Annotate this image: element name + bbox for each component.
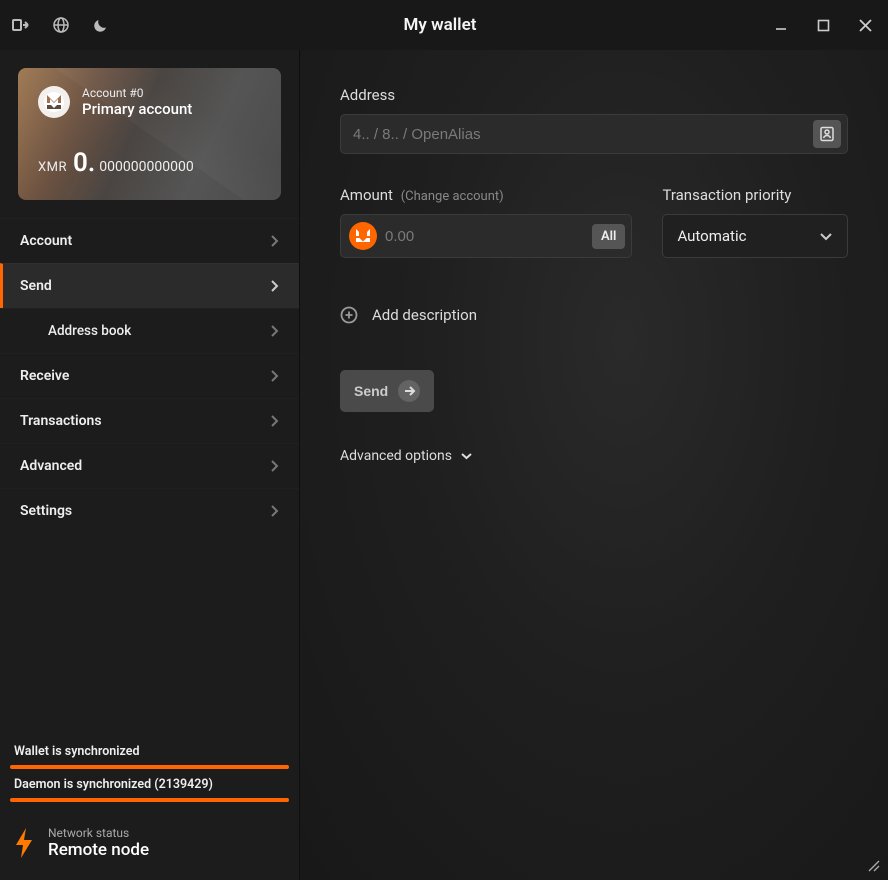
chevron-right-icon: [270, 369, 279, 383]
nav-item-receive[interactable]: Receive: [0, 353, 299, 398]
network-status-label: Network status: [48, 826, 149, 840]
nav-item-advanced[interactable]: Advanced: [0, 443, 299, 488]
nav-item-send[interactable]: Send: [0, 263, 299, 308]
monero-logo-icon: [38, 86, 70, 118]
sidebar-nav: Account Send Address book Receive: [0, 218, 299, 533]
network-status-value: Remote node: [48, 840, 149, 860]
send-button[interactable]: Send: [340, 370, 434, 412]
sync-status-block: Wallet is synchronized Daemon is synchro…: [0, 738, 299, 818]
network-status[interactable]: Network status Remote node: [0, 818, 299, 880]
priority-select[interactable]: Automatic: [662, 214, 848, 258]
balance-integer: 0.: [73, 148, 95, 178]
wallet-sync-bar: [10, 765, 289, 769]
advanced-options-toggle[interactable]: Advanced options: [340, 448, 848, 464]
nav-label: Account: [20, 233, 72, 249]
chevron-right-icon: [270, 234, 279, 248]
balance-currency: XMR: [38, 160, 67, 175]
chevron-right-icon: [270, 459, 279, 473]
nav-label: Send: [20, 278, 52, 294]
add-description-label: Add description: [372, 306, 477, 324]
nav-item-account[interactable]: Account: [0, 218, 299, 263]
account-name: Primary account: [82, 100, 192, 118]
change-account-link[interactable]: (Change account): [401, 189, 504, 204]
minimize-button[interactable]: [770, 14, 792, 36]
chevron-right-icon: [270, 414, 279, 428]
daemon-sync-bar: [10, 798, 289, 802]
chevron-right-icon: [270, 324, 279, 338]
priority-label: Transaction priority: [662, 186, 848, 204]
chevron-right-icon: [270, 279, 279, 293]
account-card[interactable]: Account #0 Primary account XMR 0. 000000…: [18, 68, 281, 200]
sidebar: Account #0 Primary account XMR 0. 000000…: [0, 50, 300, 880]
advanced-options-label: Advanced options: [340, 448, 452, 464]
bolt-icon: [14, 828, 34, 858]
wallet-sync-label: Wallet is synchronized: [14, 744, 285, 759]
theme-moon-icon[interactable]: [92, 16, 110, 34]
arrow-right-circle-icon: [398, 380, 420, 402]
nav-label: Settings: [20, 503, 72, 519]
address-label: Address: [340, 86, 848, 104]
add-description-button[interactable]: Add description: [340, 306, 848, 324]
account-number: Account #0: [82, 86, 192, 100]
close-button[interactable]: [854, 14, 876, 36]
nav-label: Address book: [48, 323, 131, 339]
daemon-sync-label: Daemon is synchronized (2139429): [14, 777, 285, 792]
address-input[interactable]: [353, 126, 813, 143]
chevron-down-icon: [819, 232, 833, 241]
window-title: My wallet: [110, 15, 770, 35]
chevron-right-icon: [270, 504, 279, 518]
chevron-down-icon: [460, 452, 473, 460]
all-button[interactable]: All: [592, 224, 625, 249]
nav-label: Transactions: [20, 413, 102, 429]
address-book-button[interactable]: [813, 120, 841, 148]
amount-label: Amount (Change account): [340, 186, 632, 204]
lock-wallet-icon[interactable]: [12, 16, 30, 34]
resize-grip-icon[interactable]: [866, 858, 882, 874]
nav-label: Advanced: [20, 458, 82, 474]
monero-icon: [349, 222, 377, 250]
address-input-wrap: [340, 114, 848, 154]
nav-item-settings[interactable]: Settings: [0, 488, 299, 533]
priority-value: Automatic: [677, 227, 746, 245]
nav-label: Receive: [20, 368, 69, 384]
send-button-label: Send: [354, 383, 388, 399]
plus-circle-icon: [340, 306, 358, 324]
balance: XMR 0. 000000000000: [38, 148, 261, 178]
main-panel: Address Amount (Change account): [300, 50, 888, 880]
balance-decimals: 000000000000: [99, 159, 193, 175]
maximize-button[interactable]: [812, 14, 834, 36]
globe-icon[interactable]: [52, 16, 70, 34]
amount-input[interactable]: [385, 228, 584, 245]
amount-input-wrap: All: [340, 214, 632, 258]
amount-label-text: Amount: [340, 186, 393, 204]
nav-item-address-book[interactable]: Address book: [0, 308, 299, 353]
nav-item-transactions[interactable]: Transactions: [0, 398, 299, 443]
